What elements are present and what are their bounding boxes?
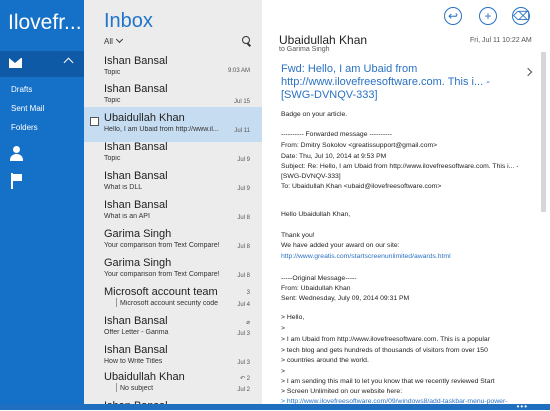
reply-all-icon: ↩ — [447, 9, 459, 23]
preview: Topic — [104, 97, 121, 104]
body-line: > I am Ubaid from http://www.ilovefreeso… — [281, 336, 490, 343]
preview: Hello, I am Ubaid from http://www.il... — [104, 126, 219, 133]
body-line: > I am sending this mail to let you know… — [281, 378, 495, 385]
people-icon[interactable] — [10, 146, 23, 162]
preview: Topic — [104, 155, 121, 162]
date: Jul 3 — [237, 331, 250, 337]
mail-nav-item[interactable] — [0, 51, 84, 77]
plus-icon: + — [484, 9, 492, 23]
chevron-down-icon — [115, 35, 123, 44]
date: Jul 4 — [237, 302, 250, 308]
body-line: Subject: Re: Hello, I am Ubaid from http… — [281, 163, 519, 170]
message-from: Ubaidullah Khan — [279, 33, 368, 47]
body-line: From: Dmitry Sokolov <greatissupport@gma… — [281, 142, 438, 149]
sidebar: Ilovefr... Drafts Sent Mail Folders — [0, 0, 84, 410]
sender: Ishan Bansal — [104, 199, 168, 211]
app-bar: ••• — [0, 403, 550, 411]
body-line: Hello Ubaidullah Khan, — [281, 211, 351, 218]
date: Jul 2 — [237, 387, 250, 393]
preview: No subject — [120, 385, 154, 392]
body-line: > — [281, 368, 285, 375]
body-line: -----Original Message----- — [281, 275, 357, 282]
app-title: Ilovefr... — [8, 11, 82, 34]
reading-pane: ↩ + ⌫ Ubaidullah Khan to Garima Singh Fr… — [262, 0, 550, 410]
sender: Ishan Bansal — [104, 141, 168, 153]
sender: Garima Singh — [104, 257, 172, 269]
thread-count: 3 — [246, 290, 250, 296]
preview: Your comparison from Text Compare! — [104, 271, 220, 278]
preview: Your comparison from Text Compare! — [104, 242, 220, 249]
body-line: ---------- Forwarded message ---------- — [281, 131, 393, 138]
body-line: Sent: Wednesday, July 09, 2014 09:31 PM — [281, 295, 410, 302]
preview: What is an API — [104, 213, 150, 220]
preview: What is DLL — [104, 184, 143, 191]
attachment-icon: ⌀ — [246, 320, 250, 326]
sender: Ubaidullah Khan — [104, 112, 185, 124]
thread-count: 2 — [246, 376, 250, 382]
sender: Garima Singh — [104, 228, 172, 240]
scrollbar[interactable] — [541, 52, 546, 212]
filter-label: All — [104, 37, 113, 46]
message-subject: Fwd: Hello, I am Ubaid from http://www.i… — [281, 63, 490, 101]
sender: Ishan Bansal — [104, 344, 168, 356]
filter-dropdown[interactable]: All — [104, 35, 123, 46]
folder-folders[interactable]: Folders — [11, 123, 38, 132]
respond-button[interactable]: ↩ — [444, 7, 462, 25]
date: Jul 9 — [237, 157, 250, 163]
thread-bar — [116, 298, 117, 307]
sender: Microsoft account team — [104, 286, 218, 298]
preview: How to Write Titles — [104, 358, 163, 365]
expand-icon[interactable] — [523, 67, 533, 77]
message-date: Fri, Jul 11 10:22 AM — [470, 37, 532, 44]
more-icon[interactable]: ••• — [517, 403, 528, 411]
body-line: > Screen Unlimited on our website here: — [281, 388, 403, 395]
date: Jul 8 — [237, 273, 250, 279]
inbox-title: Inbox — [104, 10, 153, 32]
delete-button[interactable]: ⌫ — [512, 7, 530, 25]
preview: Topic — [104, 69, 121, 76]
new-message-button[interactable]: + — [479, 7, 497, 25]
message-to: to Garima Singh — [279, 46, 330, 53]
body-line: Date: Thu, Jul 10, 2014 at 9:53 PM — [281, 153, 387, 160]
trash-icon: ⌫ — [513, 9, 530, 23]
body-line: > tech blog and gets hundreds of thousan… — [281, 347, 488, 354]
preview: Offer Letter - Garima — [104, 329, 169, 336]
folder-drafts[interactable]: Drafts — [11, 85, 32, 94]
message-list: Inbox All Ishan Bansal Topic 9:03 AM Ish… — [84, 0, 262, 410]
body-line: > — [281, 325, 285, 332]
date: Jul 11 — [234, 128, 250, 134]
sender: Ishan Bansal — [104, 315, 168, 327]
date: Jul 8 — [237, 215, 250, 221]
thread-bar — [116, 383, 117, 392]
date: Jul 15 — [233, 99, 250, 105]
body-line: > countries around the world. — [281, 357, 369, 364]
mail-icon — [9, 58, 22, 68]
body-line: Badge on your article. — [281, 111, 348, 118]
date: Jul 8 — [237, 244, 250, 250]
body-line: To: Ubaidullah Khan <ubaid@ilovefreesoft… — [281, 183, 442, 190]
search-icon[interactable] — [242, 36, 250, 44]
reply-icon: ↶ 2 — [239, 376, 250, 382]
flag-icon[interactable] — [11, 173, 23, 189]
date: Jul 9 — [237, 186, 250, 192]
body-link[interactable]: http://www.greatis.com/startscreenunlimi… — [281, 253, 451, 260]
body-line: From: Ubaidullah Khan — [281, 285, 351, 292]
body-line: Thank you! — [281, 232, 315, 239]
body-line: [SWG-DVNQV-333] — [281, 173, 341, 180]
chevron-up-icon[interactable] — [63, 57, 74, 68]
sender: Ubaidullah Khan — [104, 371, 185, 383]
sender: Ishan Bansal — [104, 55, 168, 67]
sender: Ishan Bansal — [104, 170, 168, 182]
preview: Microsoft account security code — [120, 300, 219, 307]
checkbox[interactable] — [90, 117, 99, 126]
folder-sent-mail[interactable]: Sent Mail — [11, 104, 44, 113]
body-line: > Hello, — [281, 314, 305, 321]
body-line: We have added your award on our site: — [281, 242, 400, 249]
sender: Ishan Bansal — [104, 83, 168, 95]
date: 9:03 AM — [227, 68, 250, 74]
